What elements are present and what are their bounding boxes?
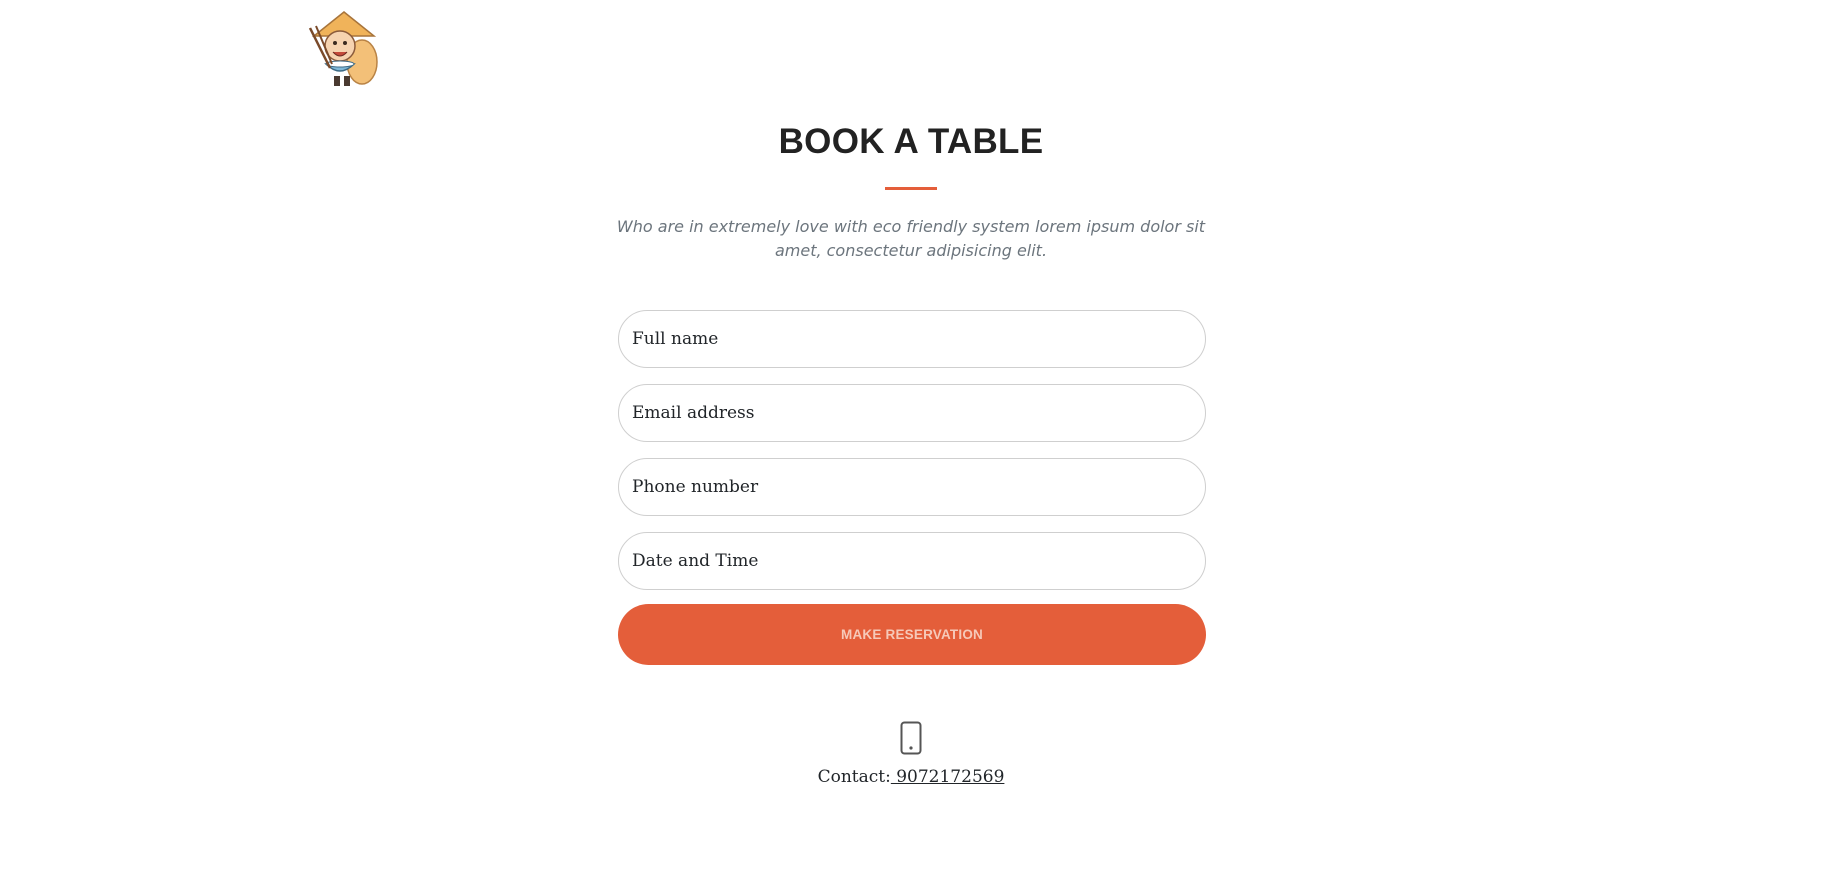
contact-block: Contact: 9072172569 xyxy=(0,721,1822,787)
email-input[interactable] xyxy=(632,403,1192,423)
full-name-field-wrapper xyxy=(618,310,1206,368)
phone-input[interactable] xyxy=(632,477,1192,497)
mobile-phone-icon xyxy=(900,721,922,755)
datetime-field-wrapper xyxy=(618,532,1206,590)
make-reservation-button[interactable]: MAKE RESERVATION xyxy=(618,604,1206,665)
section-title: BOOK A TABLE xyxy=(778,122,1044,161)
phone-field-wrapper xyxy=(618,458,1206,516)
title-divider xyxy=(885,187,937,190)
contact-label: Contact: xyxy=(817,767,891,787)
email-field-wrapper xyxy=(618,384,1206,442)
datetime-input[interactable] xyxy=(632,551,1192,571)
book-a-table-section: BOOK A TABLE Who are in extremely love w… xyxy=(0,0,1822,893)
full-name-input[interactable] xyxy=(632,329,1192,349)
section-subtitle: Who are in extremely love with eco frien… xyxy=(616,217,1206,260)
reservation-form: MAKE RESERVATION xyxy=(618,310,1206,665)
contact-phone-link[interactable]: 9072172569 xyxy=(891,767,1004,787)
contact-line: Contact: 9072172569 xyxy=(0,767,1822,787)
